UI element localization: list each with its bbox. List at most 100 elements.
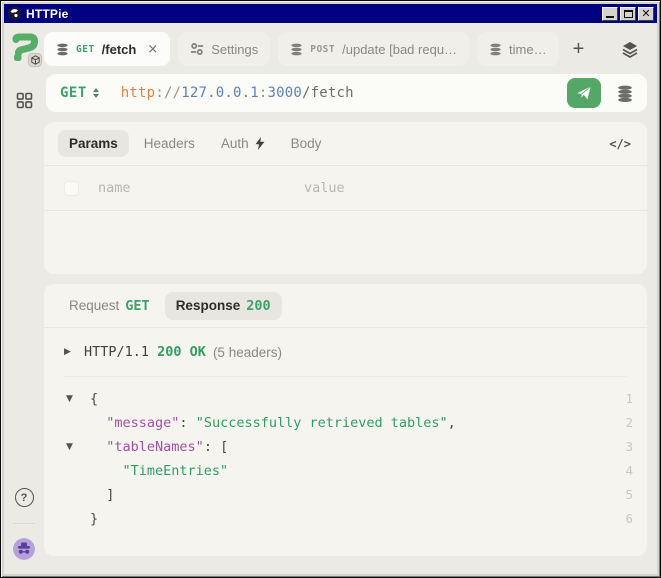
tab-settings[interactable]: Settings (178, 32, 270, 66)
main-area: GET /fetch × Settings (44, 23, 657, 574)
code-line: "message": "Successfully retrieved table… (66, 411, 633, 435)
code-line: ▼ "tableNames": [3 (66, 435, 633, 459)
tab-time[interactable]: time… (477, 32, 559, 66)
help-button[interactable]: ? (15, 488, 34, 507)
paper-plane-icon (576, 85, 592, 101)
line-number: 5 (615, 483, 633, 507)
token-key: "tableNames" (106, 439, 204, 455)
code-content: } (90, 507, 615, 531)
line-number: 6 (615, 507, 633, 531)
token-string: "TimeEntries" (123, 463, 229, 479)
param-name-input[interactable]: name (98, 180, 304, 196)
minimize-button[interactable] (602, 7, 618, 21)
tab-request-label: Request (69, 298, 119, 313)
tab-method-label: POST (310, 44, 335, 55)
url-card: GET http://127.0.0.1:3000/fetch (46, 74, 647, 112)
close-button[interactable]: ✕ (638, 7, 654, 21)
token-punct: : (179, 415, 195, 431)
url-host: 127.0.0.1 (181, 85, 259, 101)
method-dropdown-arrows-icon (93, 88, 99, 98)
method-selector[interactable]: GET (60, 85, 99, 101)
tab-params-label: Params (69, 136, 118, 151)
tab-response-status: 200 (246, 298, 270, 314)
tabs-overview-button[interactable] (619, 40, 647, 58)
lightning-bolt-icon (255, 137, 265, 150)
collection-stack-icon (56, 43, 69, 56)
settings-toggles-icon (190, 42, 204, 56)
tab-request-method: GET (125, 298, 149, 314)
history-stack-button[interactable] (609, 85, 641, 102)
line-number: 3 (615, 435, 633, 459)
code-content: ] (90, 483, 615, 507)
response-status-line[interactable]: ▶ HTTP/1.1 200 OK (5 headers) (44, 328, 647, 362)
status-code-label: 200 OK (149, 344, 206, 360)
tab-auth[interactable]: Auth (210, 130, 276, 157)
url-colon: : (259, 85, 268, 101)
code-content: { (90, 387, 615, 411)
minimize-icon (606, 16, 614, 18)
tab-close-icon[interactable]: × (147, 42, 158, 57)
tab-params[interactable]: Params (58, 130, 129, 157)
window-app-icon (7, 6, 22, 21)
token-punct: , (448, 415, 456, 431)
window-titlebar[interactable]: HTTPie ✕ (4, 4, 657, 23)
code-content: "tableNames": [ (90, 435, 615, 459)
tab-method-label: GET (76, 44, 95, 55)
code-line: ▼{1 (66, 387, 633, 411)
database-stack-icon (617, 85, 633, 102)
tab-body[interactable]: Body (280, 130, 333, 157)
user-avatar[interactable] (13, 538, 35, 560)
code-line: }6 (66, 507, 633, 531)
collapse-toggle-icon[interactable]: ▼ (66, 435, 90, 459)
code-view-toggle[interactable]: </> (609, 137, 633, 151)
package-badge-icon (28, 53, 42, 67)
maximize-button[interactable] (620, 7, 636, 21)
response-panel: Request GET Response 200 ▶ HTTP/1.1 200 … (44, 284, 647, 556)
code-content: "message": "Successfully retrieved table… (90, 411, 615, 435)
code-content: "TimeEntries" (90, 459, 615, 483)
tab-headers-label: Headers (144, 136, 195, 151)
token-punct: [ (220, 439, 228, 455)
url-input[interactable]: http://127.0.0.1:3000/fetch (121, 85, 354, 101)
collapse-toggle-icon[interactable]: ▼ (66, 387, 90, 411)
line-number: 1 (615, 387, 633, 411)
token-punct: { (90, 391, 98, 407)
tab-post-update[interactable]: POST /update [bad requ… (278, 32, 469, 66)
panel-divider (44, 210, 647, 211)
method-value: GET (60, 85, 87, 101)
tab-title: /fetch (102, 42, 137, 57)
httpie-logo[interactable] (9, 33, 39, 65)
request-panel: Params Headers Auth Body </> name (44, 122, 647, 274)
new-tab-button[interactable]: + (567, 38, 591, 61)
token-string: "Successfully retrieved tables" (196, 415, 448, 431)
request-panel-tabs: Params Headers Auth Body </> (44, 122, 647, 165)
app-window: HTTPie ✕ (0, 0, 661, 578)
code-marker-spacer (66, 459, 90, 483)
protocol-label: HTTP/1.1 (84, 344, 149, 360)
tab-response[interactable]: Response 200 (165, 292, 282, 320)
expand-headers-icon[interactable]: ▶ (64, 347, 84, 357)
tab-headers[interactable]: Headers (133, 130, 206, 157)
code-marker-spacer (66, 411, 90, 435)
tab-response-label: Response (176, 298, 241, 313)
token-punct: : (204, 439, 220, 455)
tab-body-label: Body (291, 136, 322, 151)
token-punct: ] (106, 487, 114, 503)
code-marker-spacer (66, 483, 90, 507)
tab-title: time… (509, 42, 547, 57)
code-line: ]5 (66, 483, 633, 507)
layers-icon (621, 40, 639, 58)
param-value-input[interactable]: value (304, 180, 345, 196)
code-line: "TimeEntries"4 (66, 459, 633, 483)
headers-count-label: (5 headers) (213, 345, 282, 360)
tab-get-fetch[interactable]: GET /fetch × (44, 32, 170, 66)
response-body: ▼{1 "message": "Successfully retrieved t… (44, 377, 647, 531)
url-path: /fetch (302, 85, 354, 101)
send-button[interactable] (567, 78, 601, 108)
line-number: 2 (615, 411, 633, 435)
tab-request[interactable]: Request GET (58, 292, 161, 320)
sidebar-divider (13, 523, 35, 524)
param-checkbox[interactable] (64, 181, 79, 196)
apps-grid-icon[interactable] (13, 89, 35, 111)
maximize-icon (624, 10, 633, 18)
